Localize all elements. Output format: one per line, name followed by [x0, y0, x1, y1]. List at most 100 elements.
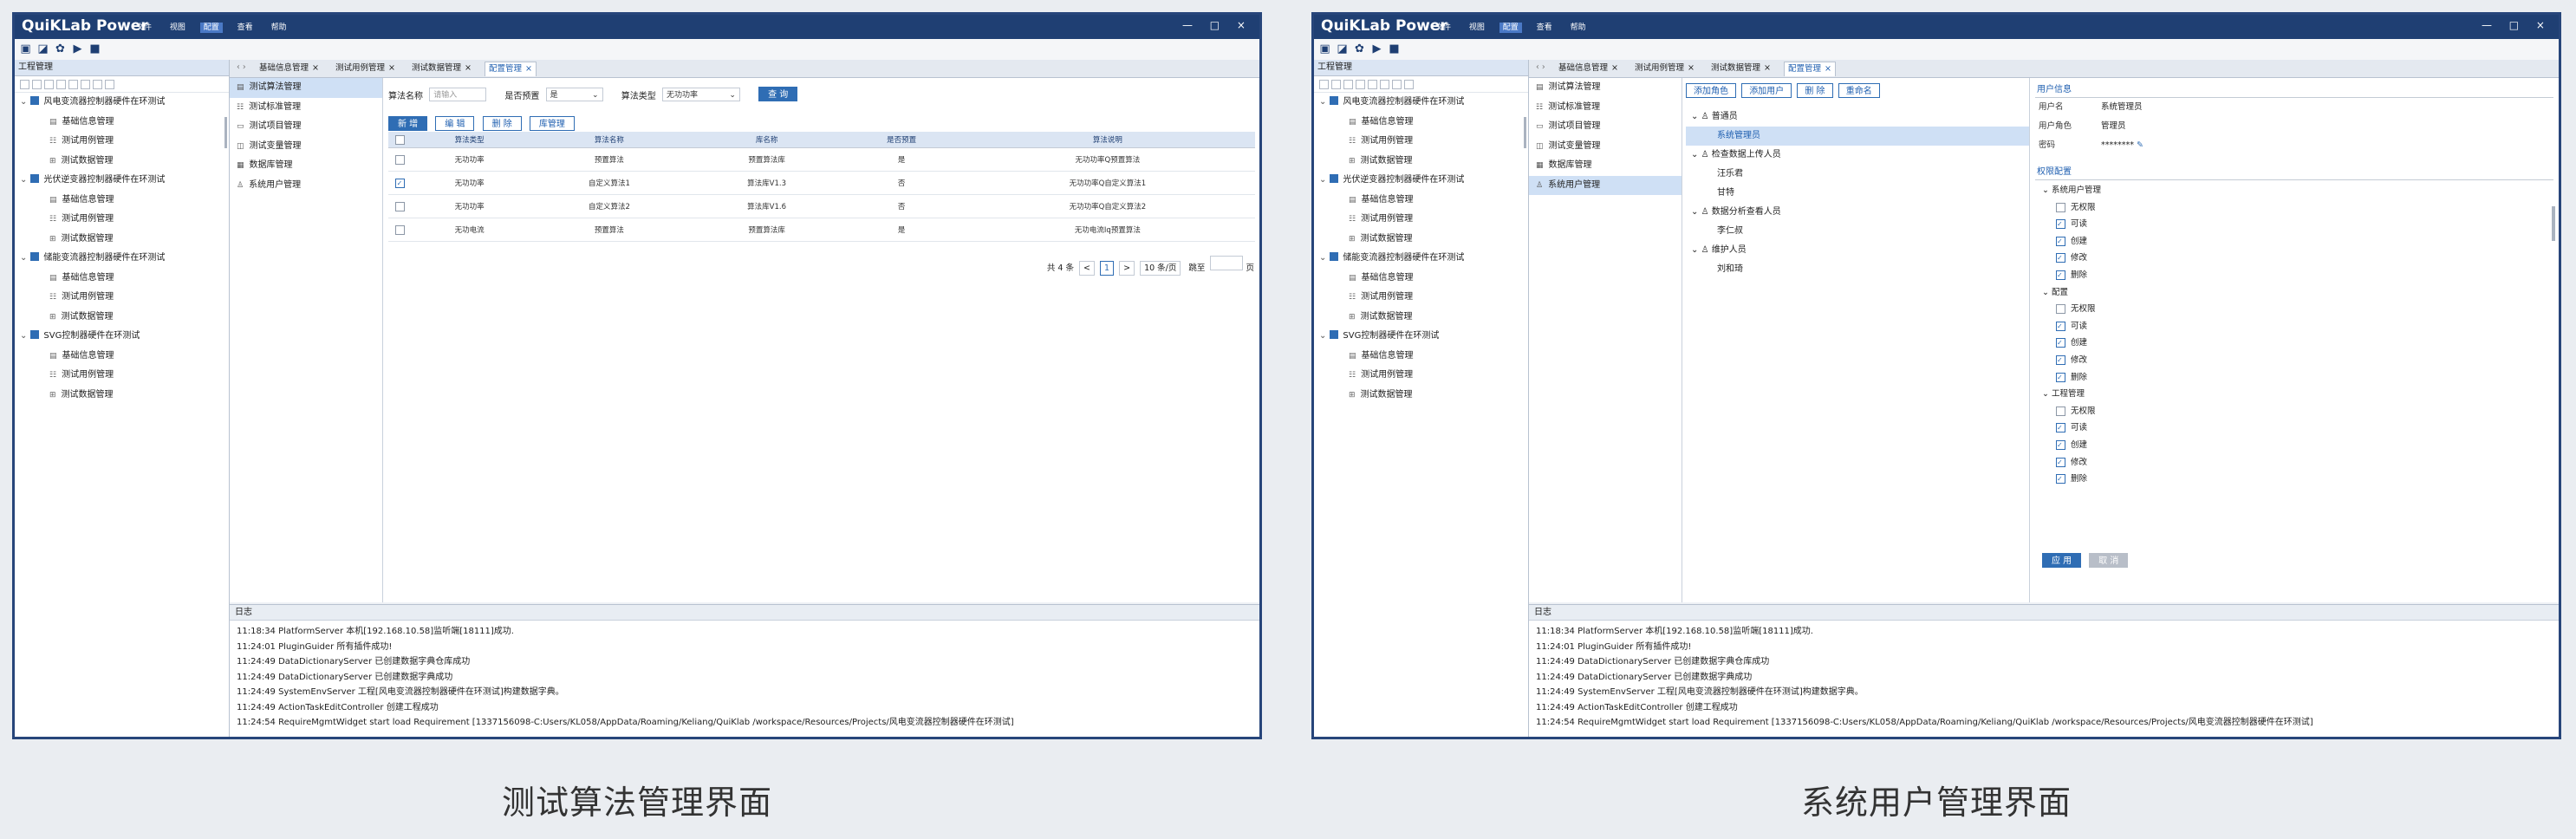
permission-item[interactable]: 无权限: [2030, 199, 2559, 217]
tree-item[interactable]: ☷ 测试用例管理: [1314, 210, 1528, 230]
permission-item[interactable]: ✓ 创建: [2030, 233, 2559, 250]
permission-checkbox[interactable]: ✓: [2056, 338, 2065, 348]
tree-project[interactable]: ⌄ 光伏逆变器控制器硬件在环测试: [15, 171, 229, 191]
tree-item[interactable]: ☷ 测试用例管理: [15, 132, 229, 152]
row-checkbox[interactable]: [394, 201, 405, 211]
tree-item[interactable]: ⊞ 测试数据管理: [1314, 308, 1528, 328]
config-menu-item[interactable]: ♙ 系统用户管理: [230, 176, 382, 196]
tree-item[interactable]: ⊞ 测试数据管理: [1314, 152, 1528, 172]
table-row[interactable]: 无功功率 预置算法 预置算法库是无功功率Q预置算法: [388, 147, 1255, 172]
tree-project[interactable]: ⌄ 储能变流器控制器硬件在环测试: [15, 249, 229, 269]
row-select-cell[interactable]: [388, 218, 411, 242]
tree-item[interactable]: ⊞ 测试数据管理: [15, 308, 229, 328]
menu-config[interactable]: 配置: [1499, 23, 1522, 33]
tab-test-cases[interactable]: 测试用例管理 ×: [1631, 62, 1698, 75]
add-button[interactable]: 新 增: [388, 116, 428, 131]
chevron-down-icon[interactable]: ⌄: [20, 253, 27, 263]
cancel-button[interactable]: 取 消: [2089, 553, 2129, 568]
permission-checkbox[interactable]: ✓: [2056, 439, 2065, 450]
permission-item[interactable]: ✓ 删除: [2030, 267, 2559, 284]
tree-item[interactable]: ▤ 基础信息管理: [15, 269, 229, 289]
row-checkbox[interactable]: [394, 224, 405, 235]
permission-item[interactable]: ✓ 修改: [2030, 454, 2559, 472]
user-item[interactable]: 李仁叔: [1686, 222, 2029, 241]
tree-item[interactable]: ▤ 基础信息管理: [15, 113, 229, 133]
tree-project[interactable]: ⌄ 光伏逆变器控制器硬件在环测试: [1314, 171, 1528, 191]
permission-item[interactable]: 无权限: [2030, 403, 2559, 420]
select-all-header[interactable]: [388, 132, 411, 148]
config-menu-item[interactable]: ▦ 数据库管理: [230, 156, 382, 176]
user-item[interactable]: 系统管理员: [1686, 127, 2029, 146]
page-size-select[interactable]: 10 条/页: [1140, 261, 1181, 276]
query-button[interactable]: 查 询: [758, 87, 798, 101]
config-menu-item[interactable]: ◫ 测试变量管理: [230, 137, 382, 157]
edit-button[interactable]: 编 辑: [435, 116, 475, 131]
menu-look[interactable]: 查看: [1533, 23, 1556, 33]
tree-item[interactable]: ▤ 基础信息管理: [1314, 113, 1528, 133]
save-icon[interactable]: ▣: [20, 43, 31, 55]
row-checkbox[interactable]: [394, 154, 405, 165]
permission-checkbox[interactable]: ✓: [2056, 236, 2065, 246]
select-all-checkbox[interactable]: [394, 134, 405, 145]
permission-checkbox[interactable]: [2056, 202, 2065, 212]
tab-test-data[interactable]: 测试数据管理 ×: [1708, 62, 1774, 75]
config-menu-item[interactable]: ▭ 测试项目管理: [230, 117, 382, 137]
permission-item[interactable]: ✓ 创建: [2030, 335, 2559, 352]
permission-checkbox[interactable]: ✓: [2056, 457, 2065, 467]
preset-select[interactable]: 是 ⌄: [545, 88, 603, 101]
menu-file[interactable]: 文件: [133, 23, 155, 33]
algo-type-select[interactable]: 无功功率 ⌄: [661, 88, 740, 101]
permission-scrollbar[interactable]: [2552, 206, 2555, 241]
run-icon[interactable]: ▶: [1371, 43, 1382, 55]
rename-button[interactable]: 重命名: [1838, 83, 1880, 98]
chevron-down-icon[interactable]: ⌄: [1319, 253, 1326, 263]
tab-config[interactable]: 配置管理 ×: [1784, 62, 1836, 76]
tree-item[interactable]: ▤ 基础信息管理: [1314, 269, 1528, 289]
tree-item[interactable]: ⊞ 测试数据管理: [15, 230, 229, 250]
tree-scrollbar[interactable]: [224, 117, 227, 148]
tree-item[interactable]: ⊞ 测试数据管理: [15, 386, 229, 406]
chevron-down-icon[interactable]: ⌄: [1691, 112, 1701, 121]
config-menu-item[interactable]: ▭ 测试项目管理: [1529, 117, 1682, 137]
permission-checkbox[interactable]: ✓: [2056, 321, 2065, 331]
tree-item[interactable]: ☷ 测试用例管理: [15, 288, 229, 308]
tree-item[interactable]: ☷ 测试用例管理: [1314, 288, 1528, 308]
user-item[interactable]: 甘特: [1686, 184, 2029, 203]
tree-item[interactable]: ⊞ 测试数据管理: [1314, 386, 1528, 406]
permission-item[interactable]: ✓ 删除: [2030, 369, 2559, 387]
menu-help[interactable]: 帮助: [1567, 23, 1590, 33]
tree-item[interactable]: ☷ 测试用例管理: [1314, 132, 1528, 152]
config-menu-item[interactable]: ▦ 数据库管理: [1529, 156, 1682, 176]
prev-page-button[interactable]: <: [1078, 261, 1095, 276]
row-select-cell[interactable]: [388, 194, 411, 218]
permission-group[interactable]: ⌄ 配置: [2030, 284, 2559, 302]
algo-name-input[interactable]: 请输入: [429, 88, 487, 101]
permission-checkbox[interactable]: ✓: [2056, 474, 2065, 485]
permission-checkbox[interactable]: [2056, 406, 2065, 416]
permission-item[interactable]: ✓ 可读: [2030, 216, 2559, 233]
menu-file[interactable]: 文件: [1432, 23, 1454, 33]
role-group[interactable]: ⌄ ♙ 普通员: [1686, 107, 2029, 127]
delete-button[interactable]: 删 除: [1797, 83, 1833, 98]
tree-item[interactable]: ▤ 基础信息管理: [1314, 191, 1528, 211]
tree-project[interactable]: ⌄ SVG控制器硬件在环测试: [1314, 327, 1528, 347]
permission-item[interactable]: ✓ 修改: [2030, 352, 2559, 369]
tree-item[interactable]: ▤ 基础信息管理: [15, 191, 229, 211]
row-checkbox[interactable]: ✓: [394, 178, 405, 188]
config-menu-item[interactable]: ☷ 测试标准管理: [230, 98, 382, 118]
tab-test-data[interactable]: 测试数据管理 ×: [408, 62, 475, 75]
window-controls[interactable]: — □ ×: [1182, 19, 1252, 31]
config-menu-item[interactable]: ▤ 测试算法管理: [1529, 78, 1682, 98]
tab-nav-arrows[interactable]: ‹ ›: [237, 62, 246, 72]
chevron-down-icon[interactable]: ⌄: [1691, 150, 1701, 159]
chevron-down-icon[interactable]: ⌄: [20, 175, 27, 185]
permission-checkbox[interactable]: ✓: [2056, 219, 2065, 230]
permission-group[interactable]: ⌄ 工程管理: [2030, 386, 2559, 403]
role-group[interactable]: ⌄ ♙ 数据分析查看人员: [1686, 203, 2029, 222]
menu-view[interactable]: 视图: [166, 23, 189, 33]
user-item[interactable]: 刘和琦: [1686, 260, 2029, 279]
permission-item[interactable]: ✓ 删除: [2030, 471, 2559, 488]
save-all-icon[interactable]: ◪: [37, 43, 49, 55]
chevron-down-icon[interactable]: ⌄: [1319, 331, 1326, 341]
menu-config[interactable]: 配置: [199, 23, 223, 33]
